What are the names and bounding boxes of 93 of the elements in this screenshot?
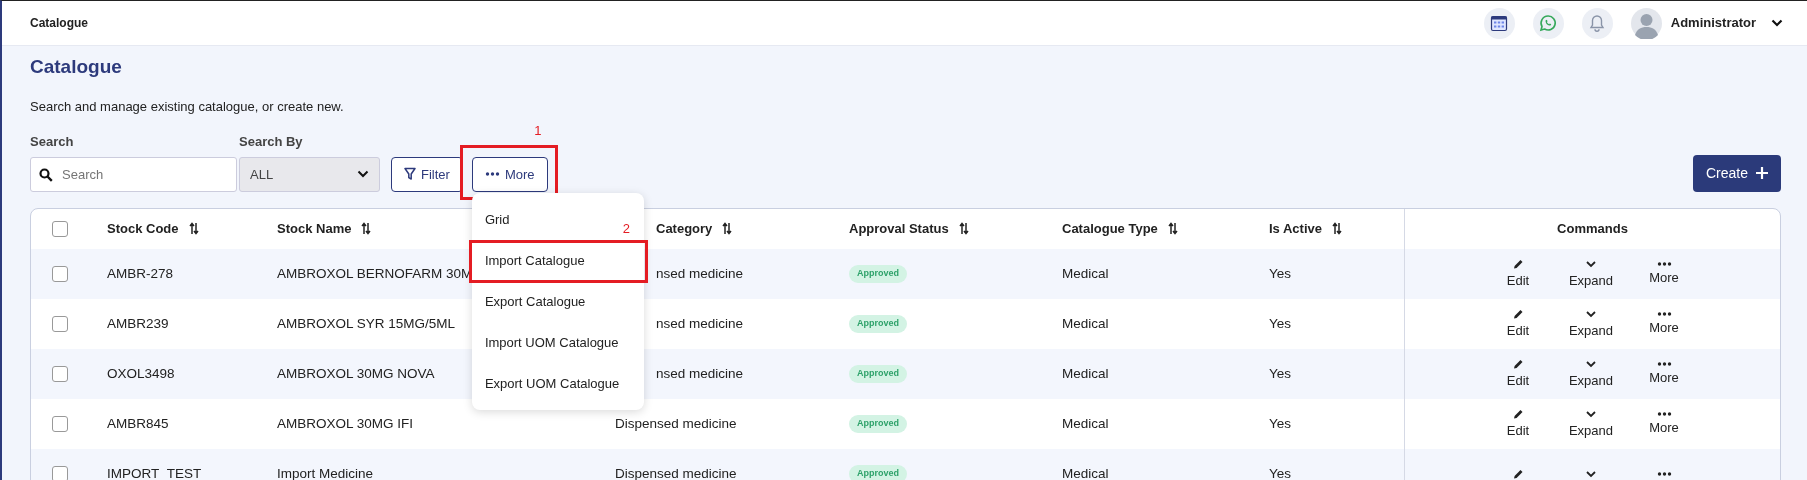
table-cell-text: Medical	[1062, 264, 1109, 283]
dots-icon	[1656, 310, 1672, 317]
status-badge: Approved	[849, 315, 907, 333]
column-header[interactable]: Approval Status	[849, 219, 949, 239]
expand-button[interactable]: Expand	[1560, 257, 1622, 291]
pencil-icon	[1512, 307, 1524, 320]
search-icon	[39, 167, 53, 182]
dots-icon	[1656, 410, 1672, 417]
table-cell-text: AMBR845	[107, 414, 169, 433]
table-cell-text: OXOL3498	[107, 364, 175, 383]
page-heading: Catalogue	[30, 56, 123, 79]
table-cell-text: AMBROXOL 30MG IFI	[277, 414, 414, 433]
menu-item[interactable]: Export Catalogue	[471, 280, 644, 322]
pencil-icon	[1512, 257, 1524, 270]
calendar-icon	[1490, 14, 1509, 32]
page-title: Catalogue	[30, 15, 88, 32]
filter-button[interactable]: Filter	[391, 156, 463, 192]
table-cell-text: nsed medicine	[656, 264, 744, 283]
annotation-number: 2	[622, 219, 630, 238]
expand-button[interactable]: Expand	[1560, 357, 1622, 391]
pencil-icon	[1512, 407, 1524, 420]
column-header: Commands	[1557, 220, 1628, 239]
create-button[interactable]: Create	[1692, 154, 1781, 192]
dots-icon	[1656, 260, 1672, 267]
table-cell-text: Yes	[1269, 264, 1292, 283]
field-label: Search	[30, 133, 75, 152]
search-field[interactable]: Search	[30, 156, 237, 192]
more-button[interactable]: More	[1633, 310, 1695, 338]
status-badge: Approved	[849, 415, 907, 433]
dots-icon	[484, 171, 500, 178]
row-checkbox[interactable]	[52, 415, 68, 432]
edit-button[interactable]: Edit	[1487, 357, 1549, 391]
column-header[interactable]: Stock Code	[107, 219, 179, 239]
expand-button[interactable]: Expand	[1560, 307, 1622, 341]
column-header[interactable]: Catalogue Type	[1062, 219, 1158, 239]
table-cell-text: Yes	[1269, 464, 1292, 480]
table-cell-text: AMBR-278	[107, 264, 174, 283]
row-checkbox[interactable]	[52, 265, 68, 282]
column-header[interactable]: Category	[656, 219, 713, 239]
annotation-number: 1	[534, 121, 542, 140]
table-cell-text: Medical	[1062, 414, 1109, 433]
row-checkbox[interactable]	[52, 465, 68, 480]
status-badge: Approved	[849, 465, 907, 480]
page-description: Search and manage existing catalogue, or create new.	[30, 97, 345, 116]
chat-button[interactable]	[1532, 7, 1564, 39]
table-cell-text: Dispensed medicine	[615, 414, 737, 433]
search-by-dropdown[interactable]: ALL	[239, 156, 380, 192]
table-cell-text: Yes	[1269, 314, 1292, 333]
expand-button[interactable]: Expand	[1560, 407, 1622, 441]
table-cell-text: AMBROXOL SYR 15MG/5ML	[277, 314, 456, 333]
funnel-icon	[404, 167, 416, 182]
chevron-down-icon	[357, 170, 369, 179]
table-cell-text: nsed medicine	[656, 364, 744, 383]
column-header[interactable]: Is Active	[1269, 219, 1322, 239]
more-button[interactable]: More	[1633, 360, 1695, 388]
menu-item[interactable]: Export UOM Catalogue	[471, 362, 644, 404]
table-cell-text: Medical	[1062, 464, 1109, 480]
status-badge: Approved	[849, 365, 907, 383]
dots-icon	[1656, 470, 1672, 477]
column-header[interactable]: Stock Name	[277, 219, 352, 239]
edit-button[interactable]: Edit	[1487, 307, 1549, 341]
table-cell-text: nsed medicine	[656, 314, 744, 333]
table-cell-text: Yes	[1269, 414, 1292, 433]
row-checkbox[interactable]	[52, 365, 68, 382]
table-cell-text: IMPORT_TEST	[107, 464, 202, 480]
select-all-checkbox[interactable]	[52, 220, 68, 237]
pencil-icon	[1512, 467, 1524, 480]
table-cell-text: AMBR239	[107, 314, 169, 333]
edit-button[interactable]: Edit	[1487, 407, 1549, 441]
table-cell-text: Dispensed medicine	[615, 464, 737, 480]
more-button[interactable]: More	[471, 156, 548, 192]
table-cell-text: Medical	[1062, 364, 1109, 383]
table-cell-text: Yes	[1269, 364, 1292, 383]
chat-icon	[1539, 14, 1558, 32]
dots-icon	[1656, 360, 1672, 367]
calendar-button[interactable]	[1483, 7, 1515, 39]
field-label: Search By	[239, 133, 304, 152]
more-button[interactable]: More	[1633, 260, 1695, 288]
status-badge: Approved	[849, 265, 907, 283]
bell-icon	[1589, 14, 1606, 32]
edit-button[interactable]: Edit	[1487, 257, 1549, 291]
table-cell-text: Medical	[1062, 314, 1109, 333]
row-checkbox[interactable]	[52, 315, 68, 332]
table-cell-text: AMBROXOL 30MG NOVA	[277, 364, 435, 383]
menu-item[interactable]: Import UOM Catalogue	[471, 321, 644, 363]
more-button[interactable]: More	[1633, 410, 1695, 438]
user-name[interactable]: Administrator	[1670, 13, 1756, 33]
notifications-button[interactable]	[1581, 7, 1613, 39]
plus-icon	[1756, 167, 1768, 180]
chevron-down-icon	[1771, 19, 1783, 27]
table-cell-text: Import Medicine	[277, 464, 374, 480]
avatar-icon	[1630, 7, 1662, 39]
pencil-icon	[1512, 357, 1524, 370]
